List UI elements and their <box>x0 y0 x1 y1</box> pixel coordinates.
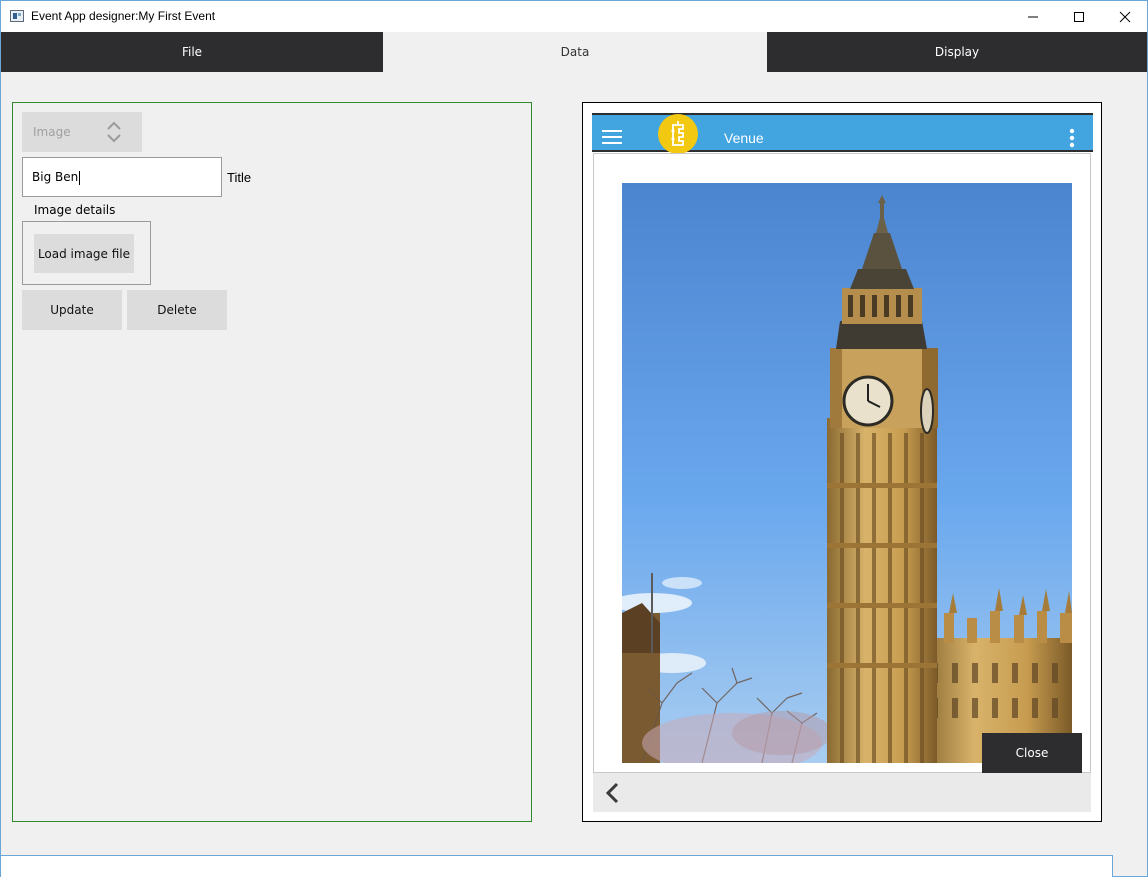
title-bar: Event App designer:My First Event <box>1 1 1147 32</box>
minimize-icon <box>1028 16 1038 17</box>
event-app-logo-icon <box>658 114 698 154</box>
venue-photo <box>622 183 1072 763</box>
update-button[interactable]: Update <box>22 290 122 330</box>
maximize-button[interactable] <box>1056 1 1102 32</box>
text-caret <box>79 170 81 185</box>
app-window: Event App designer:My First Event File D… <box>0 0 1148 877</box>
kebab-menu-icon[interactable] <box>1069 128 1075 148</box>
preview-body <box>593 153 1091 773</box>
item-type-value: Image <box>33 125 71 139</box>
minimize-button[interactable] <box>1010 1 1056 32</box>
item-type-select[interactable]: Image <box>22 112 142 152</box>
tab-file[interactable]: File <box>1 32 383 72</box>
close-button[interactable]: Close <box>982 733 1082 773</box>
close-icon <box>1119 11 1131 22</box>
preview-footer <box>593 773 1091 812</box>
image-details-label: Image details <box>34 203 116 217</box>
tab-display[interactable]: Display <box>767 32 1147 72</box>
title-input[interactable]: Big Ben <box>22 157 222 197</box>
tab-data[interactable]: Data <box>383 32 767 72</box>
load-image-button[interactable]: Load image file <box>34 234 134 273</box>
delete-button[interactable]: Delete <box>127 290 227 330</box>
status-bar <box>1 855 1113 877</box>
window-title: Event App designer:My First Event <box>31 9 216 23</box>
tab-bar: File Data Display <box>1 32 1147 72</box>
updown-chevron-icon <box>107 121 121 143</box>
preview-header-title: Venue <box>724 130 764 146</box>
maximize-icon <box>1074 11 1084 22</box>
chevron-left-icon[interactable] <box>605 782 619 804</box>
phone-preview-panel: Venue Close <box>582 102 1102 822</box>
title-label: Title <box>227 170 252 185</box>
editor-panel: Image Big Ben Title Image details Load i… <box>12 102 532 822</box>
close-window-button[interactable] <box>1102 1 1148 32</box>
hamburger-menu-icon[interactable] <box>602 129 622 145</box>
title-input-value: Big Ben <box>32 170 79 184</box>
app-window-icon <box>10 10 24 22</box>
preview-header: Venue <box>592 113 1093 154</box>
